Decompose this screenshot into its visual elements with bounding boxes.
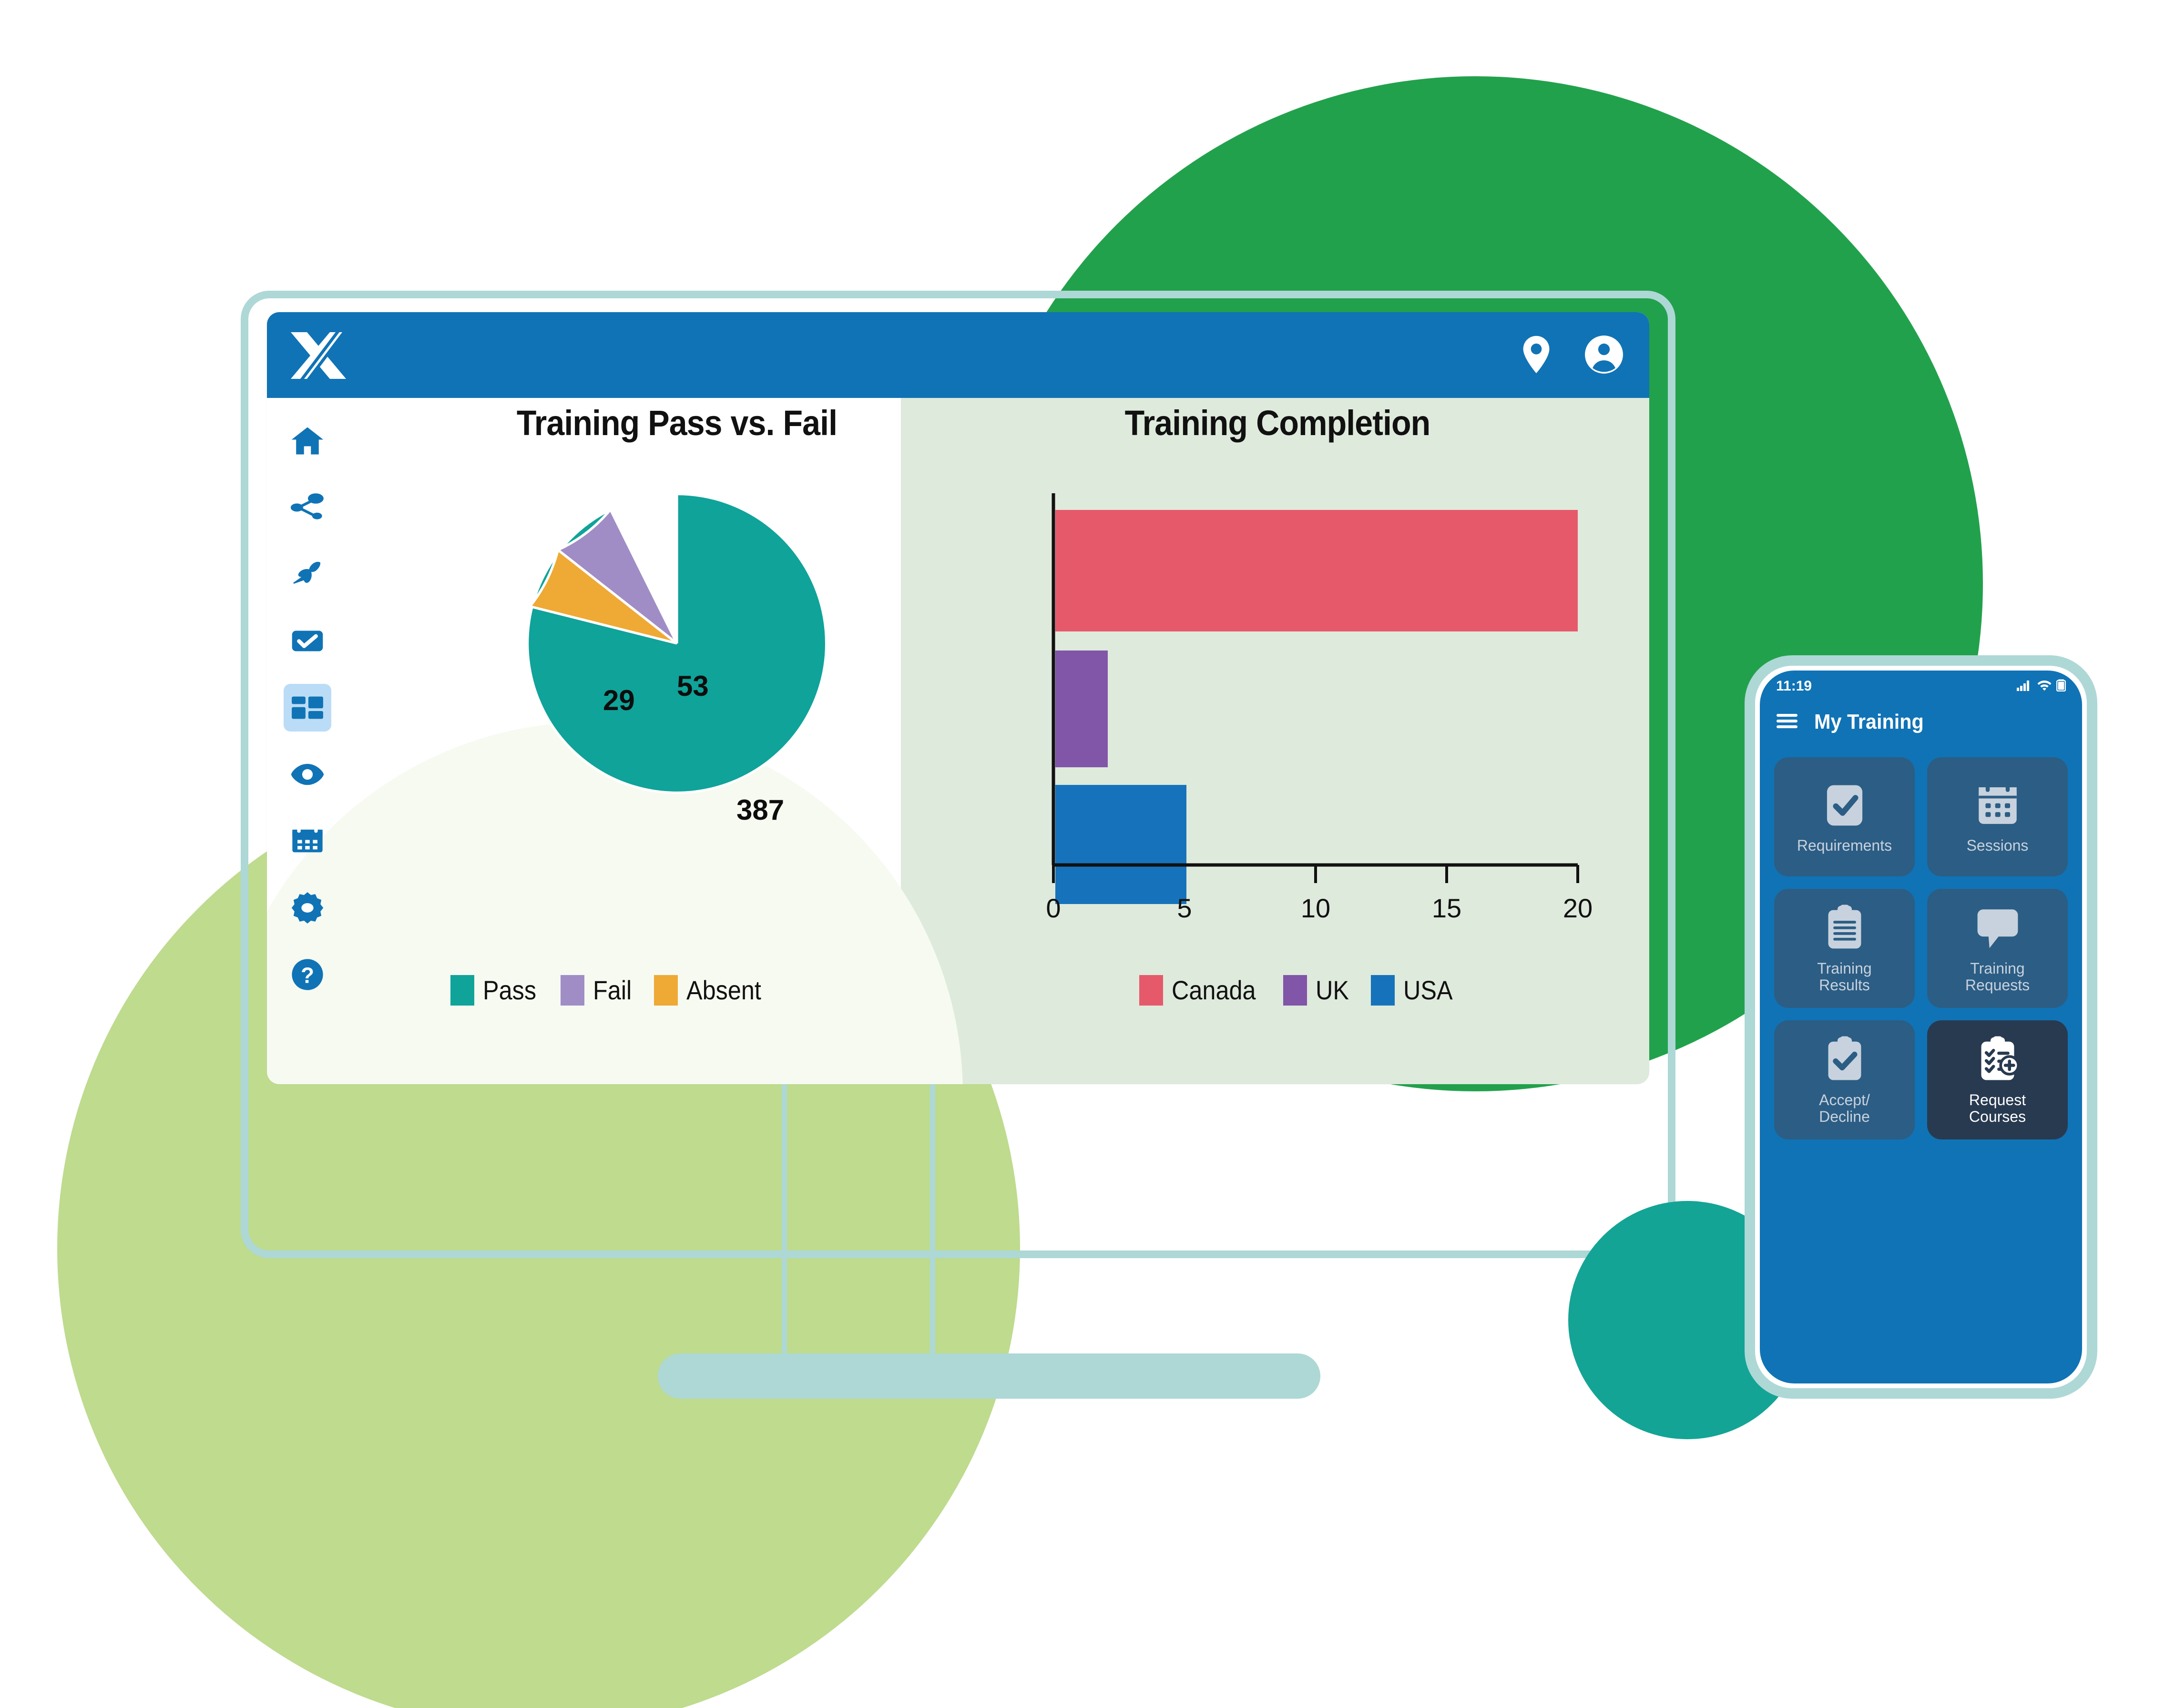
phone-page-title: My Training xyxy=(1814,710,1924,733)
x-logo[interactable] xyxy=(290,329,347,382)
tile-label: Sessions xyxy=(1966,836,2029,854)
legend-swatch-fail xyxy=(560,975,584,1006)
sidebar-item-settings[interactable] xyxy=(284,884,331,932)
clipboard-check-icon xyxy=(1819,780,1870,831)
illustration-canvas: ? Training Pass vs. Fail 387 53 29 Pass xyxy=(0,0,2165,1708)
svg-text:?: ? xyxy=(301,963,314,988)
sidebar-item-views[interactable] xyxy=(284,751,331,798)
tile-accept-decline[interactable]: Accept/ Decline xyxy=(1774,1020,1915,1139)
tile-label: Training Results xyxy=(1817,960,1872,994)
tile-training-requests[interactable]: Training Requests xyxy=(1927,889,2068,1008)
wifi-icon xyxy=(2037,679,2052,694)
tile-label: Request Courses xyxy=(1969,1091,2026,1125)
bar-chart-title: Training Completion xyxy=(1124,403,1431,443)
bar-uk xyxy=(1055,651,1108,767)
legend-swatch-usa xyxy=(1370,975,1395,1006)
xtick-20: 20 xyxy=(1563,893,1593,923)
sidebar-item-share[interactable] xyxy=(284,484,331,531)
tile-label: Requirements xyxy=(1797,836,1892,854)
bar-chart: 0 5 10 15 20 xyxy=(1025,465,1616,956)
clipboard-add-list-icon xyxy=(1972,1035,2023,1085)
legend-swatch-uk xyxy=(1283,975,1307,1006)
status-time: 11:19 xyxy=(1776,678,1812,694)
legend-label-uk: UK xyxy=(1316,975,1349,1005)
legend-swatch-pass xyxy=(450,975,474,1006)
xtick-0: 0 xyxy=(1046,893,1061,923)
status-icons xyxy=(2016,679,2066,694)
hamburger-menu-icon[interactable] xyxy=(1776,712,1798,732)
app-sidebar: ? xyxy=(267,398,348,1084)
pie-value-pass: 387 xyxy=(736,794,785,826)
sidebar-item-home[interactable] xyxy=(284,417,331,465)
monitor-base xyxy=(658,1353,1320,1399)
clipboard-lines-icon xyxy=(1819,903,1870,954)
legend-label-fail: Fail xyxy=(592,975,632,1005)
tile-request-courses[interactable]: Request Courses xyxy=(1927,1020,2068,1139)
topbar-actions xyxy=(1514,332,1626,377)
tile-label: Training Requests xyxy=(1965,960,2030,994)
sidebar-item-pin[interactable] xyxy=(284,550,331,598)
pie-value-absent: 29 xyxy=(603,684,635,716)
bar-chart-legend: Canada UK USA xyxy=(1139,975,1454,1006)
sidebar-item-help[interactable]: ? xyxy=(284,951,331,998)
speech-bubble-icon xyxy=(1972,903,2023,954)
tile-label: Accept/ Decline xyxy=(1819,1091,1870,1125)
phone-screen: 11:19 My Training Requirements Sessions … xyxy=(1760,671,2082,1383)
legend-label-absent: Absent xyxy=(686,975,761,1005)
clipboard-check-icon xyxy=(1819,1035,1870,1085)
tile-requirements[interactable]: Requirements xyxy=(1774,757,1915,876)
phone-app-bar: My Training xyxy=(1760,700,2082,744)
legend-item-uk[interactable]: UK xyxy=(1283,975,1349,1006)
legend-label-pass: Pass xyxy=(483,975,537,1005)
xtick-15: 15 xyxy=(1432,893,1461,923)
pie-chart-legend: Pass Fail Absent xyxy=(450,975,766,1006)
legend-item-fail[interactable]: Fail xyxy=(560,975,632,1006)
dashboard-screen: ? Training Pass vs. Fail 387 53 29 Pass xyxy=(267,312,1649,1084)
pie-chart-title: Training Pass vs. Fail xyxy=(516,403,837,443)
legend-swatch-absent xyxy=(654,975,678,1006)
tile-sessions[interactable]: Sessions xyxy=(1927,757,2068,876)
legend-item-canada[interactable]: Canada xyxy=(1139,975,1261,1006)
battery-icon xyxy=(2056,679,2066,694)
sidebar-item-tasks[interactable] xyxy=(284,617,331,665)
legend-swatch-canada xyxy=(1139,975,1163,1006)
cellular-signal-icon xyxy=(2016,679,2032,694)
app-topbar xyxy=(267,312,1649,398)
pie-chart xyxy=(520,486,834,801)
phone-status-bar: 11:19 xyxy=(1760,671,2082,702)
legend-item-absent[interactable]: Absent xyxy=(654,975,766,1006)
phone-tile-grid: Requirements Sessions Training Results T… xyxy=(1774,757,2068,1139)
sidebar-item-calendar[interactable] xyxy=(284,817,331,865)
user-account-icon[interactable] xyxy=(1582,332,1626,377)
legend-item-pass[interactable]: Pass xyxy=(450,975,539,1006)
bar-usa xyxy=(1055,785,1186,904)
sidebar-item-dashboard[interactable] xyxy=(284,684,331,732)
legend-label-usa: USA xyxy=(1403,975,1453,1005)
calendar-icon xyxy=(1972,780,2023,831)
location-pin-icon[interactable] xyxy=(1514,332,1559,377)
xtick-5: 5 xyxy=(1177,893,1192,923)
pie-value-fail: 53 xyxy=(677,670,709,702)
legend-label-canada: Canada xyxy=(1172,975,1256,1005)
tile-training-results[interactable]: Training Results xyxy=(1774,889,1915,1008)
legend-item-usa[interactable]: USA xyxy=(1370,975,1454,1006)
xtick-10: 10 xyxy=(1301,893,1330,923)
bar-canada xyxy=(1055,510,1578,631)
